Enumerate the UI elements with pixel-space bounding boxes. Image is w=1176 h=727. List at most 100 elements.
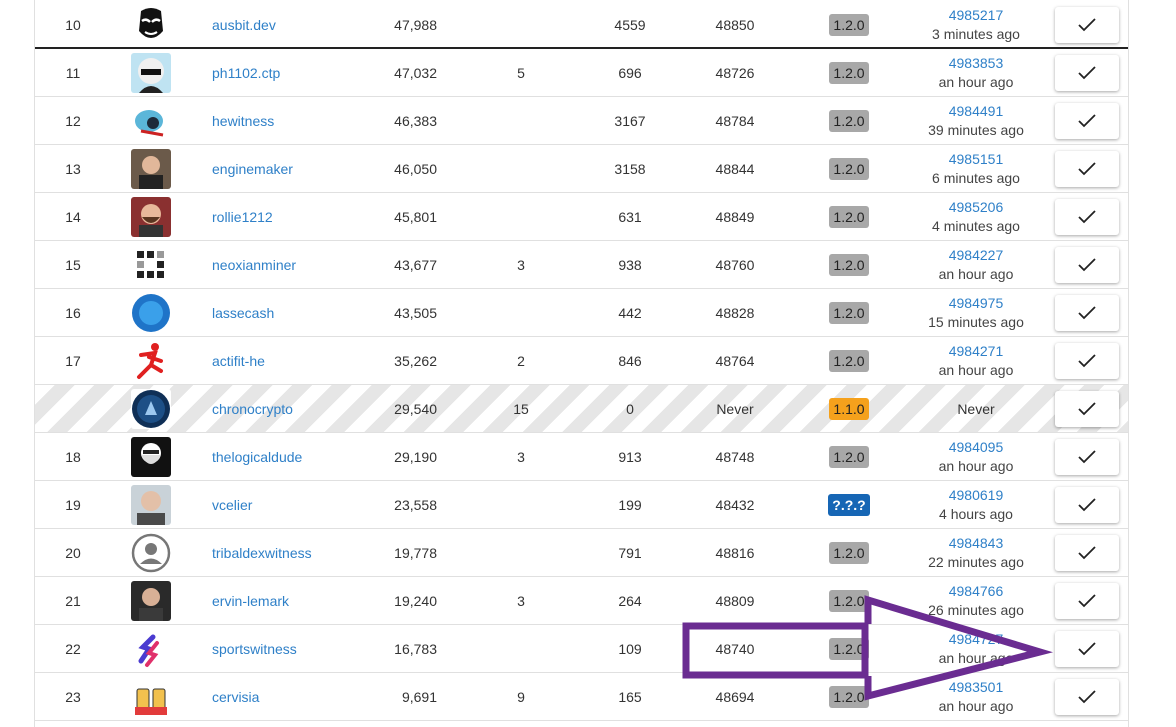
version-badge: 1.2.0 (829, 638, 869, 660)
price-block-link[interactable]: 4985217 (949, 6, 1004, 24)
witness-name-link[interactable]: chronocrypto (212, 401, 293, 417)
approve-button[interactable] (1055, 391, 1119, 427)
witness-name-link[interactable]: rollie1212 (212, 209, 273, 225)
approve-button[interactable] (1055, 247, 1119, 283)
price-feed: 4980619 4 hours ago (901, 481, 1051, 529)
version-badge: 1.2.0 (829, 686, 869, 708)
votes: 47,988 (394, 17, 437, 33)
version-badge: 1.1.0 (829, 398, 869, 420)
rank: 18 (65, 449, 81, 465)
votes: 45,801 (394, 209, 437, 225)
avatar (131, 581, 171, 621)
last-block-height: 48764 (715, 353, 755, 369)
price-block-link[interactable]: 4984843 (949, 534, 1004, 552)
votes: 9,691 (401, 689, 437, 705)
price-feed: 4984975 15 minutes ago (901, 289, 1051, 337)
table-row: 17 actifit-he 35,262 2 846 48764 1.2.0 4… (35, 337, 1128, 385)
table-row: 11 ph1102.ctp 47,032 5 696 48726 1.2.0 4… (35, 49, 1128, 97)
checkmark-icon (1078, 258, 1096, 272)
checkmark-icon (1078, 354, 1096, 368)
avatar-cell (130, 577, 172, 625)
avatar-cell (130, 673, 172, 721)
table-row: 10 ausbit.dev 47,988 4559 48850 1.2.0 49… (35, 1, 1128, 49)
approve-button[interactable] (1055, 679, 1119, 715)
votes: 46,050 (394, 161, 437, 177)
price-block-link[interactable]: 4984227 (949, 246, 1004, 264)
price-block-link[interactable]: 4983501 (949, 678, 1004, 696)
price-block-link[interactable]: 4983853 (949, 54, 1004, 72)
price-block-link[interactable]: 4984975 (949, 294, 1004, 312)
witness-name-link[interactable]: ausbit.dev (212, 17, 276, 33)
version-badge: 1.2.0 (829, 14, 869, 36)
avatar-cell (130, 97, 172, 145)
witness-name-link[interactable]: actifit-he (212, 353, 265, 369)
witness-name-link[interactable]: hewitness (212, 113, 274, 129)
last-block-height: 48760 (715, 257, 755, 273)
price-feed: 4984843 22 minutes ago (901, 529, 1051, 577)
checkmark-icon (1078, 306, 1096, 320)
votes: 29,190 (394, 449, 437, 465)
avatar (131, 245, 171, 285)
price-block-link[interactable]: 4984491 (949, 102, 1004, 120)
checkmark-icon (1078, 66, 1096, 80)
approve-button[interactable] (1055, 535, 1119, 571)
approve-button[interactable] (1055, 343, 1119, 379)
witness-name-link[interactable]: sportswitness (212, 641, 297, 657)
price-never: Never (957, 401, 995, 417)
price-block-link[interactable]: 4985151 (949, 150, 1004, 168)
last-block-height: 48844 (715, 161, 755, 177)
witness-name-link[interactable]: ervin-lemark (212, 593, 289, 609)
avatar (131, 5, 171, 45)
last-block-height: Never (716, 401, 754, 417)
price-time: 4 minutes ago (932, 218, 1020, 234)
table-row: 13 enginemaker 46,050 3158 48844 1.2.0 4… (35, 145, 1128, 193)
price-block-link[interactable]: 4985206 (949, 198, 1004, 216)
avatar (131, 533, 171, 573)
witness-name-link[interactable]: cervisia (212, 689, 259, 705)
witness-name-link[interactable]: ph1102.ctp (212, 65, 280, 81)
witness-name-link[interactable]: enginemaker (212, 161, 293, 177)
version-badge: 1.2.0 (829, 542, 869, 564)
price-feed: 4984727 an hour ago (901, 625, 1051, 673)
witness-name-link[interactable]: tribaldexwitness (212, 545, 312, 561)
price-time: 4 hours ago (939, 506, 1013, 522)
witness-name-link[interactable]: neoxianminer (212, 257, 296, 273)
witness-name-link[interactable]: lassecash (212, 305, 274, 321)
votes: 47,032 (394, 65, 437, 81)
price-block-link[interactable]: 4984766 (949, 582, 1004, 600)
approve-button[interactable] (1055, 103, 1119, 139)
price-block-link[interactable]: 4984727 (949, 630, 1004, 648)
price-block-link[interactable]: 4980619 (949, 486, 1004, 504)
avatar (131, 101, 171, 141)
approve-button[interactable] (1055, 199, 1119, 235)
approve-button[interactable] (1055, 631, 1119, 667)
table-row: 20 tribaldexwitness 19,778 791 48816 1.2… (35, 529, 1128, 577)
table-row: 16 lassecash 43,505 442 48828 1.2.0 4984… (35, 289, 1128, 337)
price-feed: 4984095 an hour ago (901, 433, 1051, 481)
price-block-link[interactable]: 4984095 (949, 438, 1004, 456)
avatar (131, 293, 171, 333)
price-time: an hour ago (938, 698, 1014, 714)
approve-button[interactable] (1055, 439, 1119, 475)
approve-button[interactable] (1055, 583, 1119, 619)
witness-name-link[interactable]: thelogicaldude (212, 449, 302, 465)
approve-button[interactable] (1055, 295, 1119, 331)
approve-button[interactable] (1055, 55, 1119, 91)
checkmark-icon (1078, 690, 1096, 704)
checkmark-icon (1078, 18, 1096, 32)
rank: 16 (65, 305, 81, 321)
approve-button[interactable] (1055, 7, 1119, 43)
price-block-link[interactable]: 4984271 (949, 342, 1004, 360)
witness-name-link[interactable]: vcelier (212, 497, 252, 513)
version-badge: 1.2.0 (829, 206, 869, 228)
version-badge: 1.2.0 (829, 254, 869, 276)
avatar-cell (130, 145, 172, 193)
approve-button[interactable] (1055, 151, 1119, 187)
avatar (131, 485, 171, 525)
rank: 10 (65, 17, 81, 33)
table-row: 15 neoxianminer 43,677 3 938 48760 1.2.0… (35, 241, 1128, 289)
votes: 19,240 (394, 593, 437, 609)
last-block-height: 48748 (715, 449, 755, 465)
approve-button[interactable] (1055, 487, 1119, 523)
price-time: 6 minutes ago (932, 170, 1020, 186)
